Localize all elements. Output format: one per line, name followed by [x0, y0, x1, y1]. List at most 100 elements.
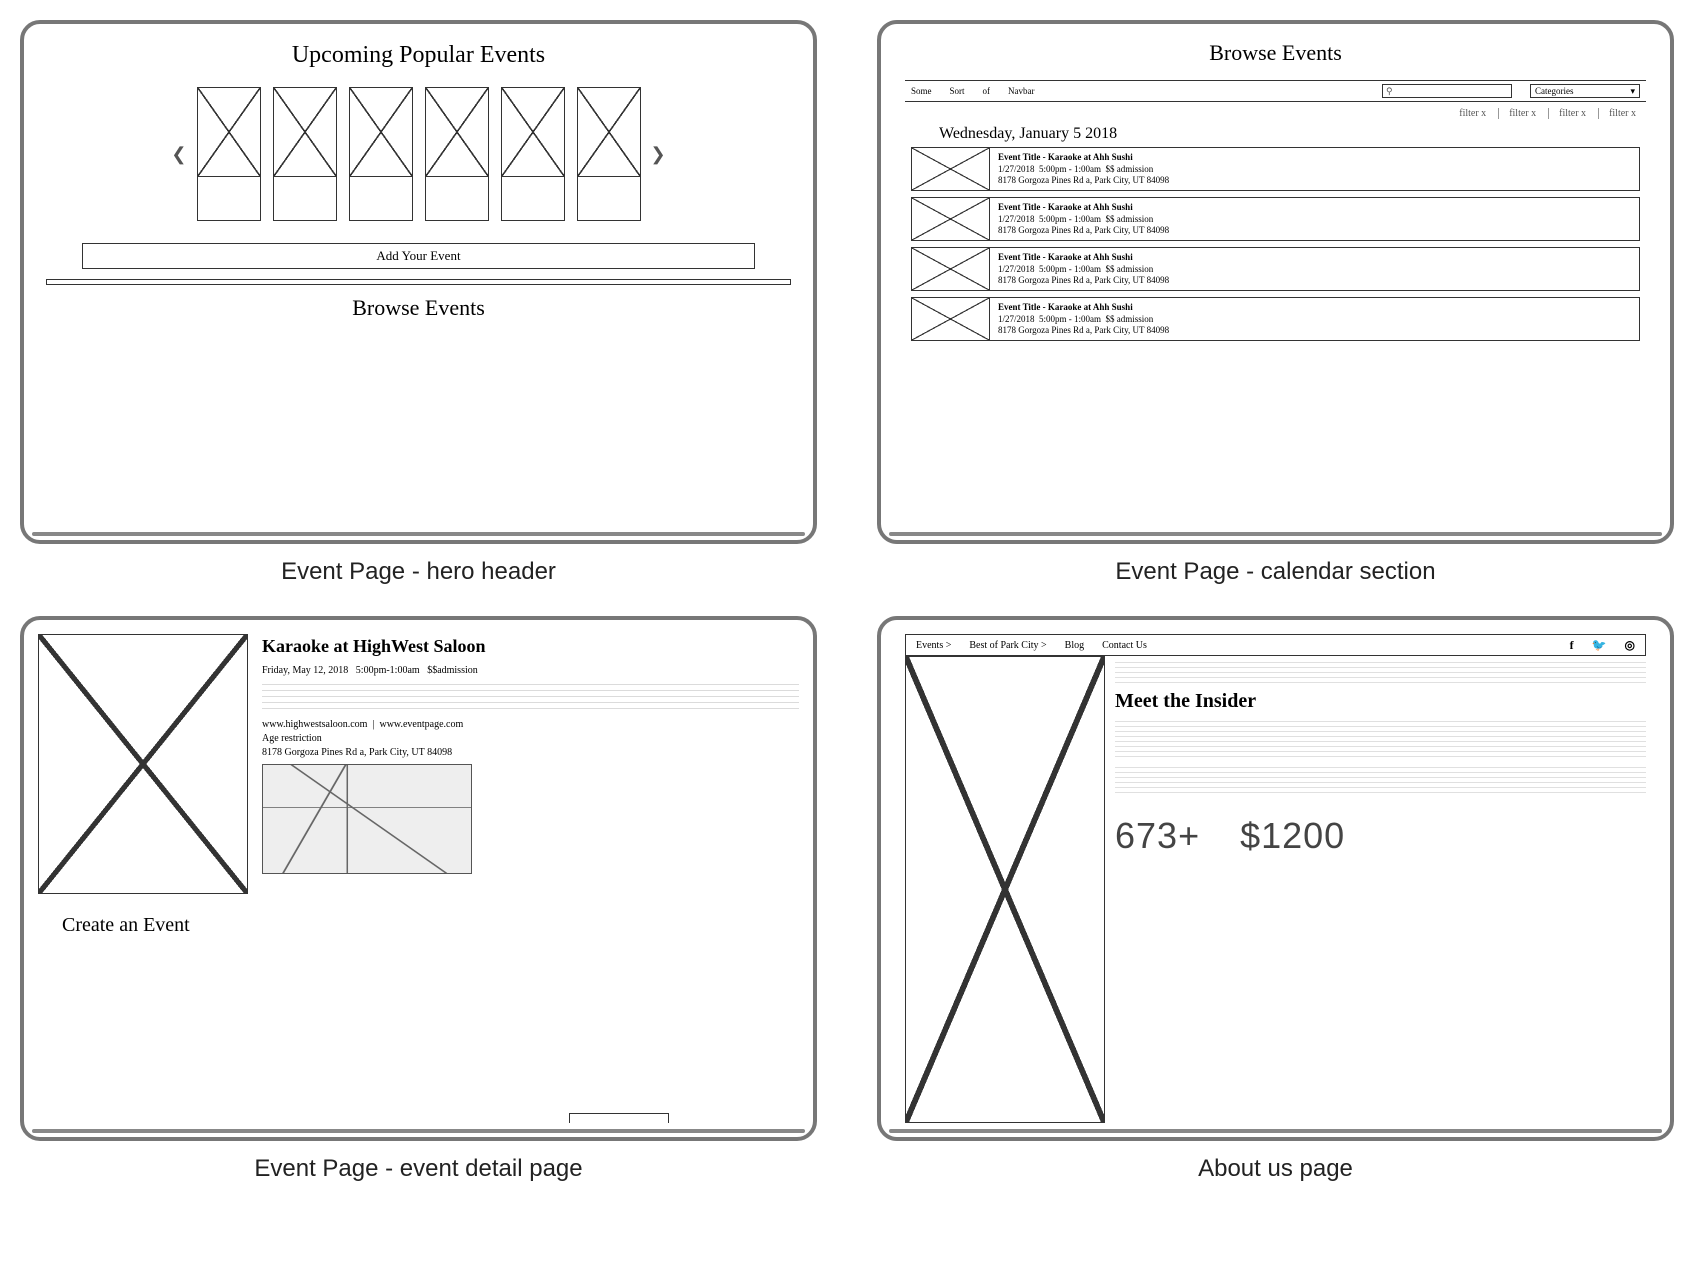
filter-chip[interactable]: filter x	[1548, 108, 1586, 119]
window-edge	[32, 532, 805, 536]
event-card[interactable]	[577, 87, 641, 221]
wireframe-hero: Upcoming Popular Events ❮ ❯ Add Your Eve…	[20, 20, 817, 544]
stat-amount: $1200	[1240, 815, 1345, 857]
event-address: 8178 Gorgoza Pines Rd a, Park City, UT 8…	[998, 325, 1169, 337]
image-placeholder	[577, 87, 641, 177]
card-body	[501, 177, 565, 221]
event-row[interactable]: Event Title - Karaoke at Ahh Sushi 1/27/…	[911, 197, 1640, 241]
filter-navbar: Some Sort of Navbar ⚲ Categories ▾	[905, 80, 1646, 102]
caption: Event Page - hero header	[281, 558, 556, 586]
panel-calendar: Browse Events Some Sort of Navbar ⚲ Cate…	[877, 20, 1674, 586]
window-edge	[32, 1129, 805, 1133]
search-icon: ⚲	[1386, 86, 1393, 97]
create-event-title: Create an Event	[62, 914, 799, 937]
about-title: Meet the Insider	[1115, 690, 1646, 713]
image-placeholder	[912, 198, 990, 240]
categories-dropdown[interactable]: Categories ▾	[1530, 84, 1640, 98]
event-title: Event Title - Karaoke at Ahh Sushi	[998, 252, 1169, 264]
event-date: Friday, May 12, 2018	[262, 665, 348, 676]
card-body	[273, 177, 337, 221]
browse-events-title: Browse Events	[38, 295, 799, 321]
event-address: 8178 Gorgoza Pines Rd a, Park City, UT 8…	[998, 225, 1169, 237]
event-title: Event Title - Karaoke at Ahh Sushi	[998, 302, 1169, 314]
event-admission: $$admission	[427, 665, 478, 676]
date-header: Wednesday, January 5 2018	[939, 125, 1656, 143]
nav-best[interactable]: Best of Park City >	[969, 640, 1046, 651]
nav-item[interactable]: of	[983, 86, 991, 96]
stat-count: 673+	[1115, 815, 1200, 857]
panel-hero: Upcoming Popular Events ❮ ❯ Add Your Eve…	[20, 20, 817, 586]
form-field[interactable]	[569, 1113, 669, 1123]
filter-chip[interactable]: filter x	[1459, 108, 1486, 119]
card-body	[197, 177, 261, 221]
nav-events[interactable]: Events >	[916, 640, 951, 651]
filter-chip[interactable]: filter x	[1598, 108, 1636, 119]
window-edge	[889, 532, 1662, 536]
image-placeholder	[197, 87, 261, 177]
event-row[interactable]: Event Title - Karaoke at Ahh Sushi 1/27/…	[911, 297, 1640, 341]
event-admission: $$ admission	[1106, 314, 1154, 324]
venue-website-link[interactable]: www.highwestsaloon.com	[262, 719, 367, 730]
window-edge	[889, 1129, 1662, 1133]
divider-bar	[46, 279, 791, 285]
event-admission: $$ admission	[1106, 164, 1154, 174]
lorem-text	[262, 684, 799, 712]
instagram-icon[interactable]: ◎	[1625, 638, 1635, 653]
browse-title: Browse Events	[895, 40, 1656, 66]
event-row[interactable]: Event Title - Karaoke at Ahh Sushi 1/27/…	[911, 147, 1640, 191]
event-card[interactable]	[349, 87, 413, 221]
card-body	[577, 177, 641, 221]
chevron-left-icon[interactable]: ❮	[169, 144, 188, 165]
top-nav: Events > Best of Park City > Blog Contac…	[905, 634, 1646, 656]
nav-item[interactable]: Some	[911, 86, 932, 96]
caption: Event Page - calendar section	[1115, 558, 1435, 586]
wireframe-detail: Karaoke at HighWest Saloon Friday, May 1…	[20, 616, 817, 1140]
nav-blog[interactable]: Blog	[1065, 640, 1084, 651]
twitter-icon[interactable]: 🐦	[1592, 638, 1607, 653]
event-row[interactable]: Event Title - Karaoke at Ahh Sushi 1/27/…	[911, 247, 1640, 291]
image-placeholder	[912, 298, 990, 340]
event-card[interactable]	[425, 87, 489, 221]
event-address: 8178 Gorgoza Pines Rd a, Park City, UT 8…	[998, 275, 1169, 287]
caption: Event Page - event detail page	[254, 1155, 582, 1183]
event-time: 5:00pm-1:00am	[356, 665, 420, 676]
event-time: 5:00pm - 1:00am	[1039, 214, 1101, 224]
filter-chip[interactable]: filter x	[1498, 108, 1536, 119]
event-title: Event Title - Karaoke at Ahh Sushi	[998, 202, 1169, 214]
separator: |	[372, 719, 374, 730]
search-input[interactable]: ⚲	[1382, 84, 1512, 98]
age-restriction: Age restriction	[262, 732, 799, 746]
add-event-button[interactable]: Add Your Event	[82, 243, 755, 269]
active-filters: filter x filter x filter x filter x	[915, 108, 1636, 119]
event-address: 8178 Gorgoza Pines Rd a, Park City, UT 8…	[998, 175, 1169, 187]
about-image-placeholder	[905, 656, 1105, 1122]
event-date: 1/27/2018	[998, 164, 1035, 174]
chevron-right-icon[interactable]: ❯	[649, 144, 668, 165]
event-title: Karaoke at HighWest Saloon	[262, 634, 799, 659]
panel-detail: Karaoke at HighWest Saloon Friday, May 1…	[20, 616, 817, 1182]
nav-item[interactable]: Navbar	[1008, 86, 1035, 96]
dropdown-label: Categories	[1535, 86, 1574, 96]
map-placeholder[interactable]	[262, 764, 472, 874]
lorem-text	[1115, 721, 1646, 761]
lorem-text	[1115, 767, 1646, 797]
event-date: 1/27/2018	[998, 314, 1035, 324]
event-card[interactable]	[197, 87, 261, 221]
event-website-link[interactable]: www.eventpage.com	[379, 719, 463, 730]
event-time: 5:00pm - 1:00am	[1039, 264, 1101, 274]
image-placeholder	[349, 87, 413, 177]
chevron-down-icon: ▾	[1630, 86, 1635, 97]
event-card[interactable]	[501, 87, 565, 221]
event-card[interactable]	[273, 87, 337, 221]
nav-contact[interactable]: Contact Us	[1102, 640, 1147, 651]
image-placeholder	[273, 87, 337, 177]
event-time: 5:00pm - 1:00am	[1039, 314, 1101, 324]
event-time: 5:00pm - 1:00am	[1039, 164, 1101, 174]
panel-about: Events > Best of Park City > Blog Contac…	[877, 616, 1674, 1182]
hero-title: Upcoming Popular Events	[38, 42, 799, 69]
image-placeholder	[912, 248, 990, 290]
nav-item[interactable]: Sort	[950, 86, 965, 96]
image-placeholder	[501, 87, 565, 177]
caption: About us page	[1198, 1155, 1353, 1183]
facebook-icon[interactable]: f	[1570, 638, 1574, 653]
